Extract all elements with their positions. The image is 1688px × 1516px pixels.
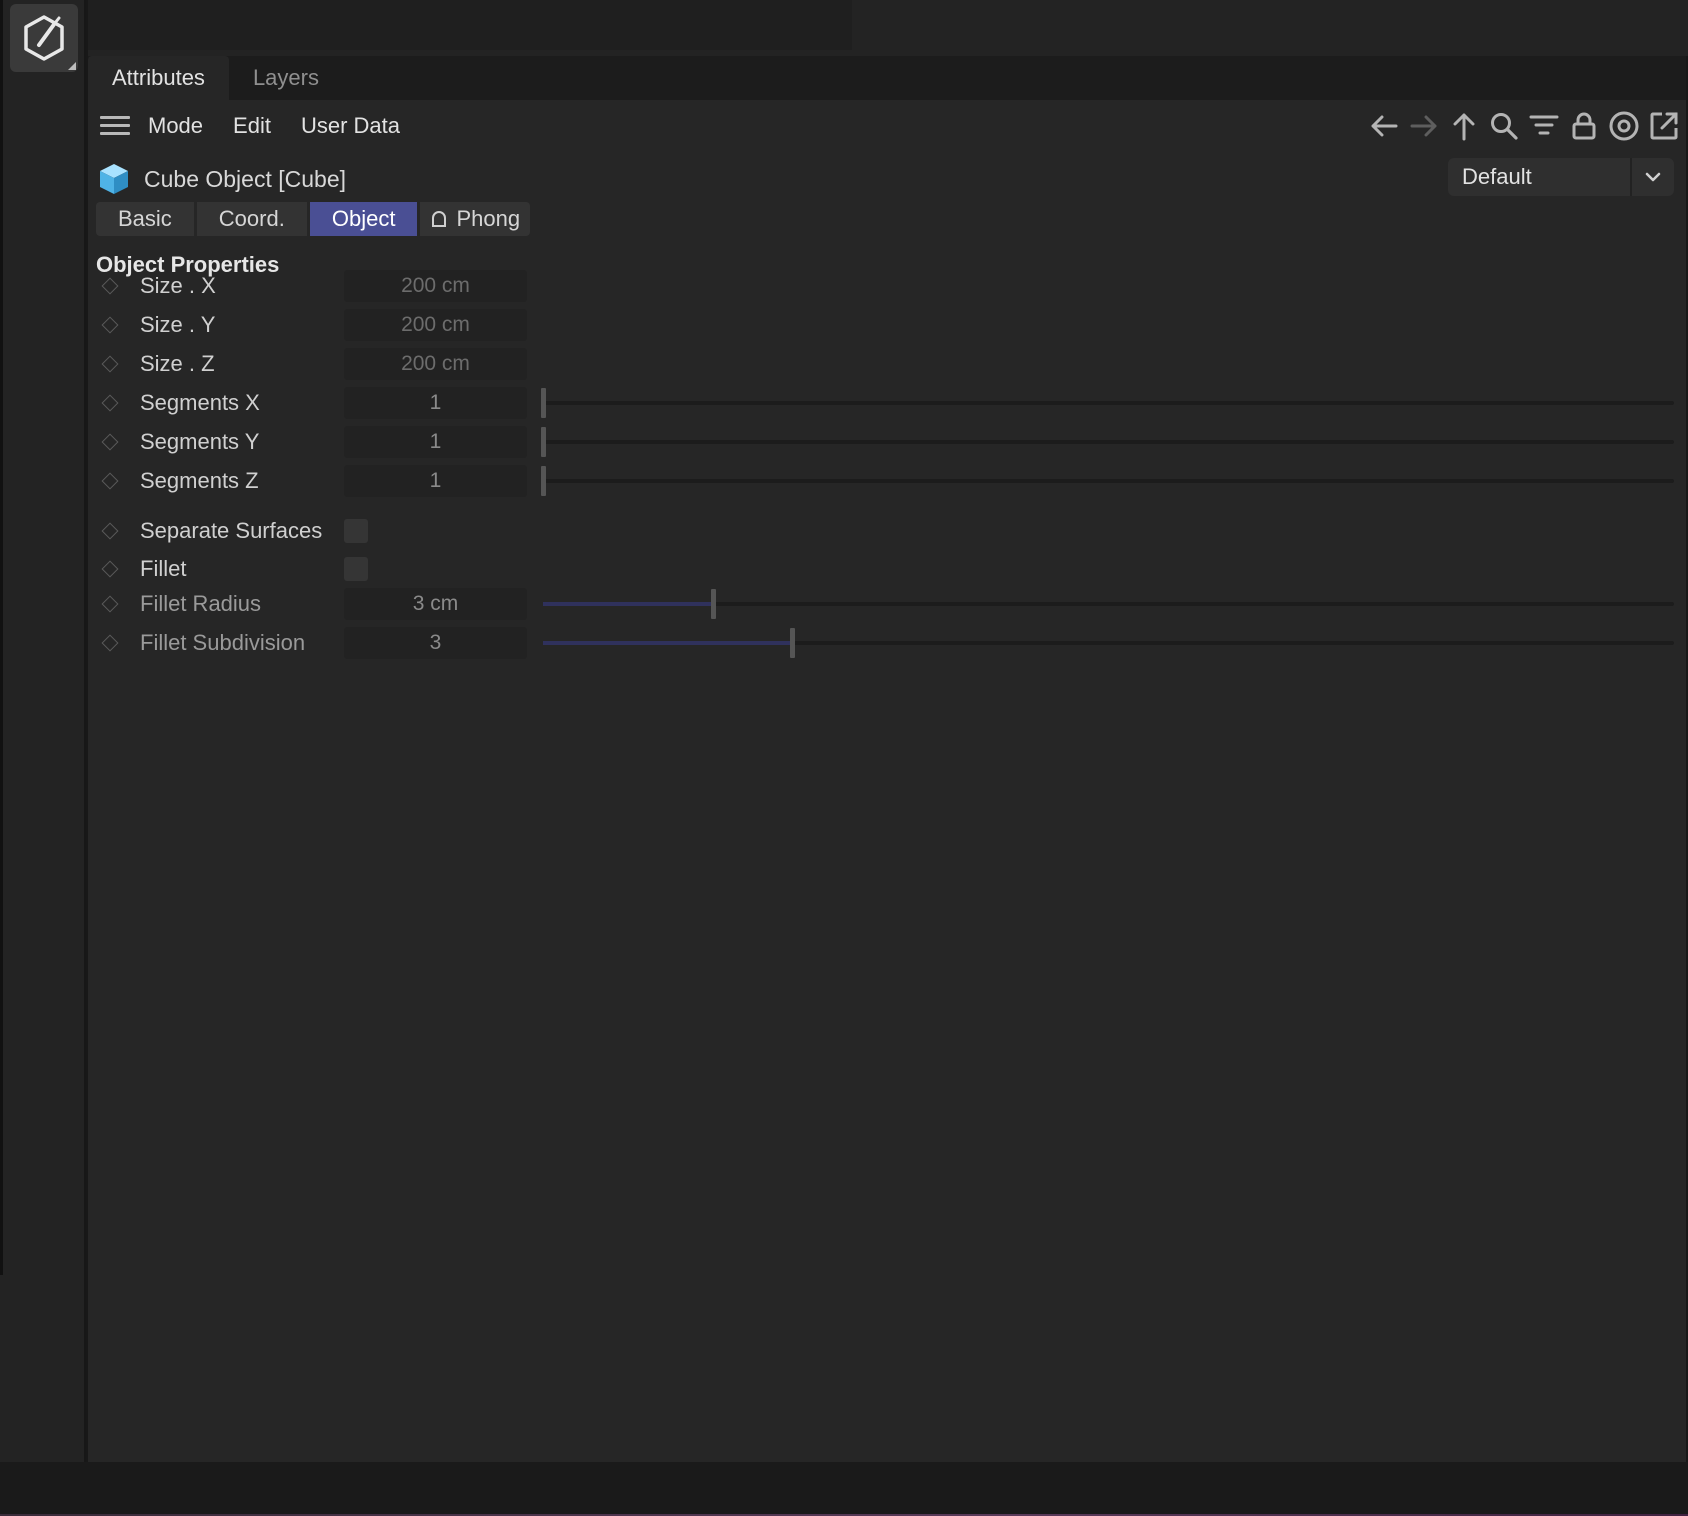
cube-icon	[100, 164, 128, 194]
edit-mode-button[interactable]	[10, 4, 78, 72]
keyframe-icon[interactable]	[101, 560, 119, 578]
tab-layers[interactable]: Layers	[229, 56, 343, 100]
prop-label: Fillet Radius	[140, 591, 262, 616]
keyframe-icon[interactable]	[101, 472, 119, 490]
subtab-basic[interactable]: Basic	[96, 202, 194, 236]
fillet-subdivision-field[interactable]: 3	[344, 627, 527, 659]
prop-label: Size . Y	[140, 312, 216, 337]
toolbar-icons	[1366, 100, 1682, 152]
keyframe-icon[interactable]	[101, 394, 119, 412]
left-tool-strip	[0, 0, 86, 1462]
attributes-panel: Attributes Layers Mode Edit User Data Cu…	[88, 56, 1686, 1462]
subtab-object[interactable]: Object	[309, 202, 418, 236]
chevron-down-icon[interactable]	[1630, 158, 1674, 196]
new-window-icon[interactable]	[1646, 108, 1682, 144]
prop-label: Size . Z	[140, 351, 215, 376]
prop-row-segments-y: Segments Y 1	[88, 423, 1686, 461]
bell-icon	[432, 211, 447, 227]
tab-attributes[interactable]: Attributes	[88, 56, 229, 100]
slider-fill	[543, 602, 713, 606]
menu-user-data[interactable]: User Data	[301, 113, 400, 139]
keyframe-icon[interactable]	[101, 355, 119, 373]
menubar: Mode Edit User Data	[88, 100, 1686, 152]
prop-row-size-y: Size . Y 200 cm	[88, 306, 1686, 344]
size-x-field[interactable]: 200 cm	[344, 270, 527, 302]
keyframe-icon[interactable]	[101, 433, 119, 451]
prop-label: Fillet Subdivision	[140, 630, 306, 655]
prop-row-fillet-subdivision: Fillet Subdivision 3	[88, 624, 1686, 662]
prop-row-separate-surfaces: Separate Surfaces	[88, 512, 1686, 550]
segments-z-slider[interactable]	[541, 466, 1674, 496]
keyframe-icon[interactable]	[101, 316, 119, 334]
fillet-radius-field[interactable]: 3 cm	[344, 588, 527, 620]
forward-arrow-icon[interactable]	[1406, 108, 1442, 144]
edit-hexagon-icon	[24, 15, 64, 61]
preset-label: Default	[1462, 164, 1532, 189]
top-strip-dark-area	[88, 0, 852, 50]
menu-edit[interactable]: Edit	[233, 113, 271, 139]
separate-surfaces-checkbox[interactable]	[344, 519, 368, 543]
segments-y-field[interactable]: 1	[344, 426, 527, 458]
prop-label: Segments Z	[140, 468, 259, 493]
prop-row-segments-x: Segments X 1	[88, 384, 1686, 422]
slider-handle[interactable]	[789, 628, 795, 658]
lock-icon[interactable]	[1566, 108, 1602, 144]
segments-x-slider[interactable]	[541, 388, 1674, 418]
size-y-field[interactable]: 200 cm	[344, 309, 527, 341]
segments-y-slider[interactable]	[541, 427, 1674, 457]
menu-mode[interactable]: Mode	[148, 113, 203, 139]
prop-label: Segments X	[140, 390, 260, 415]
slider-handle[interactable]	[710, 589, 716, 619]
slider-fill	[543, 641, 792, 645]
subtabs: Basic Coord. Object Phong	[96, 202, 531, 236]
bottom-status-bar	[0, 1462, 1688, 1516]
slider-handle[interactable]	[541, 388, 546, 418]
up-arrow-icon[interactable]	[1446, 108, 1482, 144]
size-z-field[interactable]: 200 cm	[344, 348, 527, 380]
fillet-subdivision-slider[interactable]	[543, 628, 1674, 658]
segments-z-field[interactable]: 1	[344, 465, 527, 497]
keyframe-icon[interactable]	[101, 522, 119, 540]
slider-handle[interactable]	[541, 427, 546, 457]
preset-dropdown[interactable]: Default	[1448, 158, 1674, 196]
target-icon[interactable]	[1606, 108, 1642, 144]
mode-button-corner	[68, 62, 76, 70]
keyframe-icon[interactable]	[101, 277, 119, 295]
keyframe-icon[interactable]	[101, 595, 119, 613]
keyframe-icon[interactable]	[101, 634, 119, 652]
top-strip	[88, 0, 1688, 56]
prop-row-segments-z: Segments Z 1	[88, 462, 1686, 500]
filter-icon[interactable]	[1526, 108, 1562, 144]
prop-label: Size . X	[140, 273, 216, 298]
search-icon[interactable]	[1486, 108, 1522, 144]
slider-handle[interactable]	[541, 466, 546, 496]
prop-row-fillet-radius: Fillet Radius 3 cm	[88, 585, 1686, 623]
fillet-checkbox[interactable]	[344, 557, 368, 581]
subtab-phong[interactable]: Phong	[420, 202, 531, 236]
strip-edge	[0, 0, 3, 1275]
prop-label: Separate Surfaces	[140, 518, 323, 543]
subtab-phong-label: Phong	[456, 206, 521, 231]
prop-label: Fillet	[140, 556, 187, 581]
back-arrow-icon[interactable]	[1366, 108, 1402, 144]
fillet-radius-slider[interactable]	[543, 589, 1674, 619]
segments-x-field[interactable]: 1	[344, 387, 527, 419]
subtab-coord[interactable]: Coord.	[196, 202, 307, 236]
object-title: Cube Object [Cube]	[144, 165, 347, 192]
prop-row-fillet: Fillet	[88, 550, 1686, 588]
prop-label: Segments Y	[140, 429, 260, 454]
prop-row-size-x: Size . X 200 cm	[88, 267, 1686, 305]
hamburger-menu-icon[interactable]	[100, 115, 130, 137]
prop-row-size-z: Size . Z 200 cm	[88, 345, 1686, 383]
panel-tabbar: Attributes Layers	[88, 56, 1686, 100]
